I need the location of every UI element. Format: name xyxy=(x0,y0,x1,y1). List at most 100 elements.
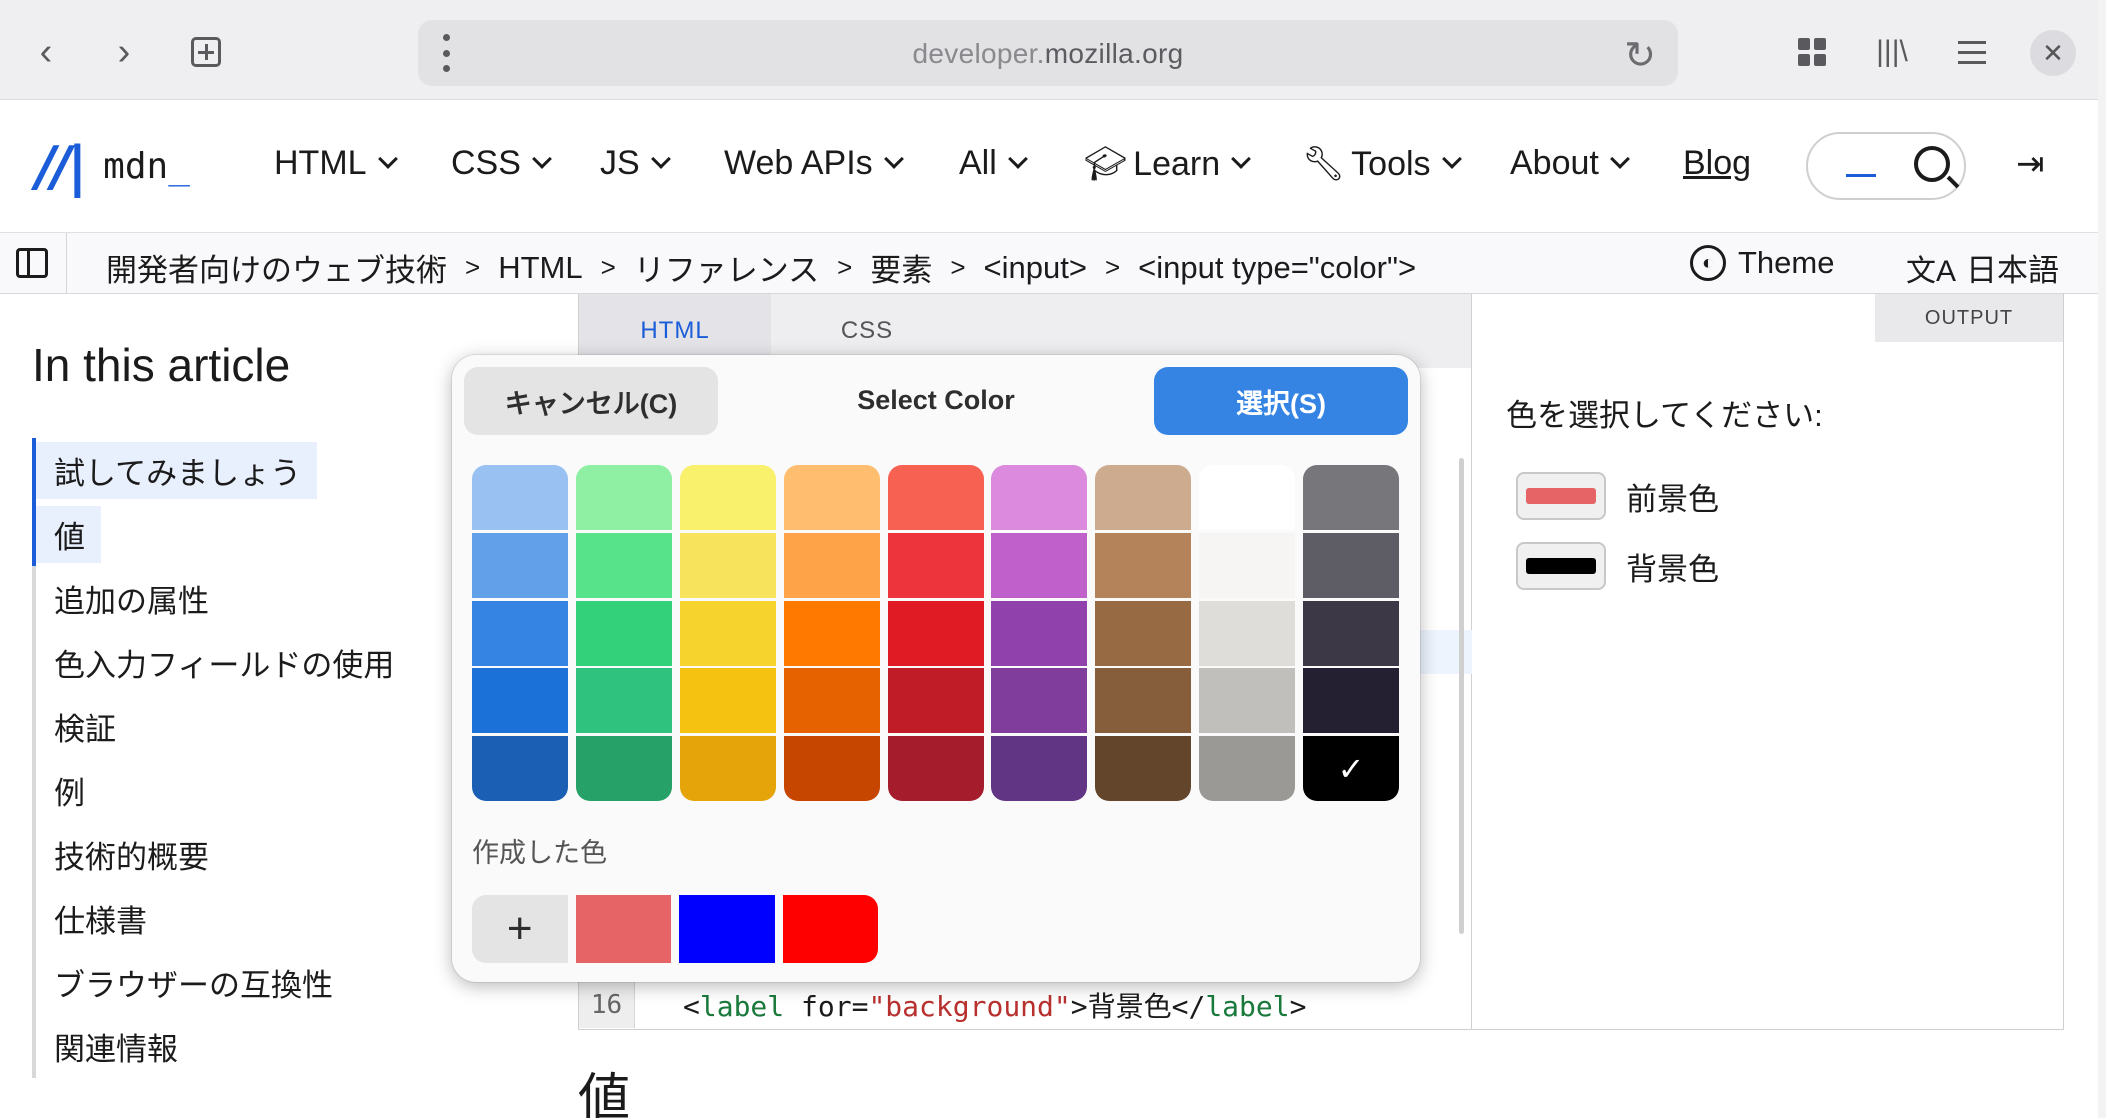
login-icon[interactable]: ⇥ xyxy=(2016,144,2045,184)
color-swatch[interactable] xyxy=(783,532,880,598)
color-swatch[interactable] xyxy=(887,600,984,666)
theme-button[interactable]: ◐ Theme xyxy=(1690,245,1834,281)
color-swatch[interactable] xyxy=(1095,532,1192,598)
color-swatch[interactable] xyxy=(679,532,776,598)
custom-color-swatch[interactable] xyxy=(679,895,775,963)
close-window-icon[interactable]: ✕ xyxy=(2030,30,2076,76)
mdn-logo[interactable]: //| mdn _ xyxy=(36,135,190,198)
language-button[interactable]: 文A 日本語 xyxy=(1906,245,2059,290)
nav-js[interactable]: JS xyxy=(600,144,671,183)
color-swatch[interactable] xyxy=(783,668,880,734)
sidebar-toggle-icon[interactable] xyxy=(16,248,48,278)
select-button[interactable]: 選択(S) xyxy=(1154,367,1408,435)
color-swatch[interactable] xyxy=(783,465,880,530)
search-button[interactable] xyxy=(1806,132,1966,200)
color-swatch[interactable] xyxy=(1199,600,1296,666)
color-swatch[interactable] xyxy=(1095,736,1192,801)
foreground-color-input[interactable] xyxy=(1516,472,1606,520)
custom-color-swatch[interactable] xyxy=(575,895,671,963)
color-swatch[interactable] xyxy=(1199,465,1296,530)
nav-html[interactable]: HTML xyxy=(274,144,398,183)
back-icon[interactable]: ‹ xyxy=(24,30,68,74)
url-bar[interactable]: developer.mozilla.org ↻ xyxy=(418,20,1678,86)
color-swatch[interactable] xyxy=(991,532,1088,598)
reload-icon[interactable]: ↻ xyxy=(1624,33,1656,78)
nav-web-apis[interactable]: Web APIs xyxy=(724,144,904,183)
code-line[interactable]: 16 <label for="background">背景色</label> xyxy=(579,982,1471,1028)
cancel-button[interactable]: キャンセル(C) xyxy=(464,367,718,435)
color-swatch[interactable] xyxy=(679,736,776,801)
nav-learn[interactable]: 🎓︎ Learn xyxy=(1084,144,1252,184)
color-swatch[interactable] xyxy=(991,600,1088,666)
background-color-input[interactable] xyxy=(1516,542,1606,590)
color-swatch[interactable] xyxy=(575,600,672,666)
color-swatch[interactable] xyxy=(1199,532,1296,598)
color-swatch[interactable] xyxy=(575,736,672,801)
color-swatch[interactable] xyxy=(1095,668,1192,734)
library-icon[interactable]: |||\ xyxy=(1870,30,1914,74)
breadcrumb-item[interactable]: <input> xyxy=(984,250,1087,286)
breadcrumb-item[interactable]: HTML xyxy=(498,250,582,286)
nav-about[interactable]: About xyxy=(1510,144,1630,183)
color-swatch[interactable] xyxy=(472,532,568,598)
color-swatch[interactable] xyxy=(783,736,880,801)
color-swatch[interactable] xyxy=(887,668,984,734)
color-swatch[interactable] xyxy=(1095,465,1192,530)
nav-css[interactable]: CSS xyxy=(451,144,552,183)
color-swatch[interactable] xyxy=(887,465,984,530)
color-swatch[interactable] xyxy=(575,668,672,734)
color-swatch[interactable] xyxy=(472,736,568,801)
color-swatch[interactable] xyxy=(1303,532,1399,598)
toc-item[interactable]: 技術的概要 xyxy=(36,822,412,886)
toc-item[interactable]: 例 xyxy=(36,758,412,822)
hamburger-menu-icon[interactable] xyxy=(1950,30,1994,74)
toc-item[interactable]: 仕様書 xyxy=(36,886,412,950)
color-swatch[interactable] xyxy=(991,668,1088,734)
custom-color-swatch[interactable] xyxy=(782,895,878,963)
color-swatch[interactable] xyxy=(1199,736,1296,801)
editor-scrollbar[interactable] xyxy=(1459,458,1464,934)
color-swatch[interactable] xyxy=(679,600,776,666)
color-swatch[interactable] xyxy=(1199,668,1296,734)
color-swatch[interactable] xyxy=(991,736,1088,801)
color-swatch[interactable] xyxy=(679,668,776,734)
toc-item[interactable]: ブラウザーの互換性 xyxy=(36,950,412,1014)
color-swatch[interactable] xyxy=(1303,465,1399,530)
toc-item[interactable]: 色入力フィールドの使用 xyxy=(36,630,412,694)
color-swatch[interactable] xyxy=(472,600,568,666)
color-swatch[interactable] xyxy=(472,668,568,734)
divider xyxy=(66,233,67,293)
toc-item[interactable]: 試してみましょう xyxy=(36,438,412,502)
tab-output[interactable]: OUTPUT xyxy=(1875,294,2063,342)
breadcrumb-item[interactable]: 開発者向けのウェブ技術 xyxy=(106,245,447,290)
color-swatch[interactable] xyxy=(679,465,776,530)
breadcrumb-item[interactable]: <input type="color"> xyxy=(1138,250,1416,286)
apps-grid-icon[interactable] xyxy=(1790,30,1834,74)
color-swatch[interactable] xyxy=(991,465,1088,530)
breadcrumb-item[interactable]: 要素 xyxy=(870,245,932,290)
add-custom-color-button[interactable]: + xyxy=(472,895,568,963)
toc-item[interactable]: 関連情報 xyxy=(36,1014,412,1078)
color-swatch[interactable] xyxy=(1095,600,1192,666)
breadcrumb-item[interactable]: リファレンス xyxy=(634,245,819,290)
color-swatch[interactable] xyxy=(575,532,672,598)
wrench-icon: 🔧︎ xyxy=(1302,145,1346,183)
forward-icon[interactable]: › xyxy=(102,30,146,74)
color-swatch[interactable] xyxy=(1303,600,1399,666)
new-tab-icon[interactable] xyxy=(184,30,228,74)
nav-blog[interactable]: Blog xyxy=(1683,144,1751,183)
nav-all[interactable]: All xyxy=(959,144,1028,183)
color-swatch[interactable]: ✓ xyxy=(1303,736,1399,801)
toc-item[interactable]: 追加の属性 xyxy=(36,566,412,630)
color-swatch[interactable] xyxy=(887,736,984,801)
color-swatch[interactable] xyxy=(783,600,880,666)
custom-colors-label: 作成した色 xyxy=(472,838,607,868)
color-swatch[interactable] xyxy=(887,532,984,598)
toc-item[interactable]: 検証 xyxy=(36,694,412,758)
nav-tools[interactable]: 🔧︎ Tools xyxy=(1302,144,1462,184)
color-swatch[interactable] xyxy=(472,465,568,530)
toc-item[interactable]: 値 xyxy=(36,502,412,566)
color-swatch[interactable] xyxy=(575,465,672,530)
color-swatch[interactable] xyxy=(1303,668,1399,734)
url-text[interactable]: developer.mozilla.org xyxy=(418,38,1678,70)
